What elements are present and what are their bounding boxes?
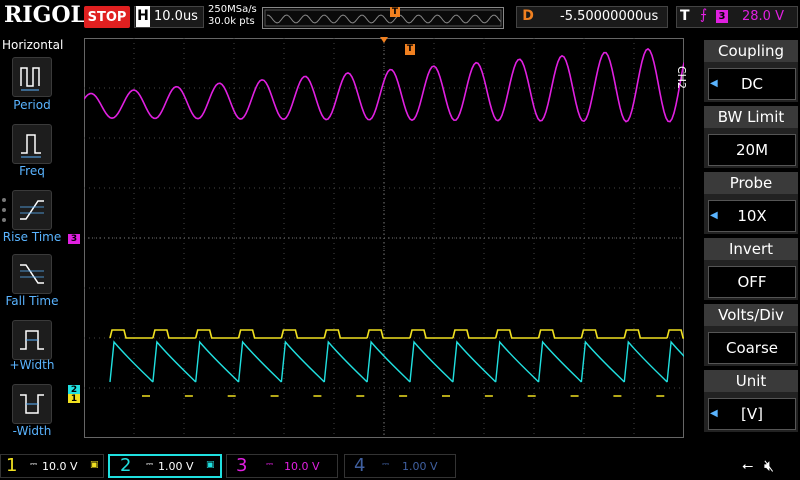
neg-width-label: -Width [12,424,52,438]
waveform-overview[interactable] [262,7,504,29]
acquisition-info: 250MSa/s 30.0k pts [208,4,257,28]
unit-label: Unit [704,370,798,392]
graticule [84,38,684,438]
memory-depth: 30.0k pts [208,16,255,27]
pos-width-button[interactable] [12,320,52,360]
overview-waveform [264,9,502,27]
channel-indicator: CH2 [675,66,688,89]
unit-value[interactable]: [V] [708,398,796,430]
rise-time-icon [20,200,44,220]
waveform-display[interactable] [83,38,754,438]
fall-time-icon [20,264,44,284]
neg-width-icon [20,394,44,414]
trigger-time-pointer [380,37,388,43]
page-dot [2,208,6,212]
volts-div-label: Volts/Div [704,304,798,326]
probe-label: Probe [704,172,798,194]
ch2-number: 2 [120,455,132,476]
ch1-number: 1 [6,455,18,476]
delay-label: D [522,8,534,24]
ch2-offset-marker[interactable]: 2 [68,385,80,395]
neg-width-button[interactable] [12,384,52,424]
left-menu-title: Horizontal [2,38,64,52]
rise-time-label: Rise Time [2,230,62,244]
invert-value[interactable]: OFF [708,266,796,298]
scope-canvas [83,38,754,438]
pos-width-label: +Width [9,358,55,372]
freq-label: Freq [19,164,45,178]
period-icon [20,67,40,91]
run-stop-status[interactable]: STOP [84,6,130,28]
unit-arrow-icon: ◀ [710,408,718,419]
mute-icon[interactable]: 🔇︎ [764,456,774,476]
probe-arrow-icon: ◀ [710,210,718,221]
trigger-marker: T [405,44,415,55]
rise-time-button[interactable] [12,190,52,230]
ch2-coupling-icon: ⎓ [146,460,154,470]
page-dot [2,218,6,222]
delay-value: -5.50000000us [560,9,659,24]
brand-logo: RIGOL [4,2,86,28]
page-dot [2,198,6,202]
invert-label: Invert [704,238,798,260]
trigger-position-marker-top: T [390,7,400,17]
usb-icon: ⭠︎ [742,458,754,474]
timebase-value: 10.0us [154,9,198,24]
timebase-label: H [136,6,150,27]
sample-rate: 250MSa/s [208,4,257,15]
fall-time-button[interactable] [12,254,52,294]
trigger-label: T [680,8,690,24]
ch4-coupling-icon: ⎓ [382,460,390,470]
coupling-value[interactable]: DC [708,68,796,100]
trigger-source: 3 [716,10,728,23]
ch4-scale: 1.00 V [402,460,438,473]
freq-icon [21,134,41,158]
ch2-scale: 1.00 V [158,460,194,473]
ch1-coupling-icon: ⎓ [30,460,38,470]
bw-limit-value[interactable]: 20M [708,134,796,166]
ch2-waveform [109,340,754,383]
ch1-offset-marker[interactable]: 1 [68,394,80,404]
ch3-number: 3 [236,455,248,476]
ch1-bw-icon: ▣ [90,460,99,470]
ch3-coupling-icon: ⎓ [266,460,274,470]
ch1-waveform [109,329,753,397]
period-button[interactable] [12,57,52,97]
probe-value[interactable]: 10X [708,200,796,232]
pos-width-icon [20,330,44,350]
ch4-number: 4 [354,455,366,476]
ch3-offset-marker[interactable]: 3 [68,234,80,244]
volts-div-value[interactable]: Coarse [708,332,796,364]
freq-button[interactable] [12,124,52,164]
bw-limit-label: BW Limit [704,106,798,128]
rising-edge-icon: ⨍ [700,7,708,23]
coupling-arrow-icon: ◀ [710,78,718,89]
period-label: Period [13,98,51,112]
ch3-scale: 10.0 V [284,460,320,473]
ch2-bw-icon: ▣ [206,460,215,470]
ch1-scale: 10.0 V [42,460,78,473]
coupling-label: Coupling [704,40,798,62]
trigger-level: 28.0 V [742,9,784,24]
fall-time-label: Fall Time [5,294,59,308]
